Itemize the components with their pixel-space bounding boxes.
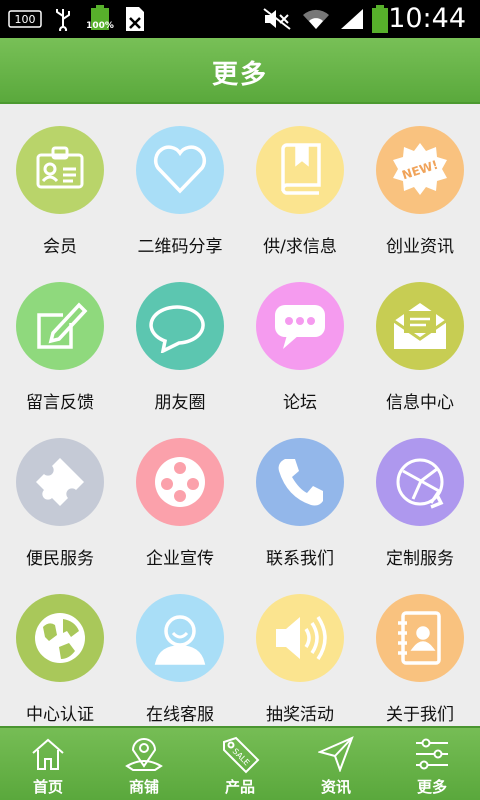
- tab-label: 更多: [416, 778, 447, 796]
- bottom-tab-bar: 首页 商铺 SALE 产品 资讯 更多: [0, 726, 480, 800]
- grid-item-about-us[interactable]: 关于我们: [360, 572, 480, 728]
- chat-dots-icon: [256, 282, 344, 370]
- grid-item-label: 中心认证: [26, 705, 94, 725]
- grid-item-supply-demand[interactable]: 供/求信息: [240, 104, 360, 260]
- grid-item-friends-circle[interactable]: 朋友圈: [120, 260, 240, 416]
- sim-card-icon: 100: [8, 7, 42, 31]
- grid-item-label: 留言反馈: [26, 393, 94, 413]
- new-badge-icon: NEW!: [376, 126, 464, 214]
- grid-item-label: 便民服务: [26, 549, 94, 569]
- grid-item-label: 会员: [43, 237, 77, 257]
- feature-grid: 会员 二维码分享 供/求信息 NEW! 创业资讯 留言反馈 朋友圈 论坛 信息中…: [0, 104, 480, 726]
- grid-item-label: 论坛: [283, 393, 317, 413]
- page-title: 更多: [211, 60, 268, 90]
- edit-icon: [16, 282, 104, 370]
- grid-item-contact-us[interactable]: 联系我们: [240, 416, 360, 572]
- grid-item-label: 创业资讯: [386, 237, 454, 257]
- battery-icon: [370, 4, 390, 34]
- contacts-book-icon: [376, 594, 464, 682]
- sliders-icon: [412, 734, 452, 774]
- globe-icon: [16, 594, 104, 682]
- signal-icon: [338, 7, 366, 31]
- tab-shops[interactable]: 商铺: [96, 728, 192, 800]
- home-icon: [28, 734, 68, 774]
- book-icon: [256, 126, 344, 214]
- grid-item-label: 企业宣传: [146, 549, 214, 569]
- grid-item-label: 定制服务: [386, 549, 454, 569]
- grid-item-forum[interactable]: 论坛: [240, 260, 360, 416]
- grid-item-lottery[interactable]: 抽奖活动: [240, 572, 360, 728]
- tab-more[interactable]: 更多: [384, 728, 480, 800]
- tab-home[interactable]: 首页: [0, 728, 96, 800]
- phone-icon: [256, 438, 344, 526]
- tab-label: 商铺: [128, 778, 159, 796]
- grid-item-startup-news[interactable]: NEW! 创业资讯: [360, 104, 480, 260]
- status-bar: 100 100% 10:44: [0, 0, 480, 38]
- grid-item-qrcode-share[interactable]: 二维码分享: [120, 104, 240, 260]
- member-card-icon: [16, 126, 104, 214]
- grid-item-label: 关于我们: [386, 705, 454, 725]
- map-icon: [124, 734, 164, 774]
- grid-item-certification[interactable]: 中心认证: [0, 572, 120, 728]
- battery-full-icon: 100%: [86, 5, 114, 33]
- grid-item-label: 供/求信息: [263, 237, 337, 257]
- tab-products[interactable]: SALE 产品: [192, 728, 288, 800]
- tab-label: 资讯: [320, 778, 351, 796]
- app-header: 更多: [0, 38, 480, 104]
- tab-label: 首页: [32, 778, 63, 796]
- mail-icon: [376, 282, 464, 370]
- heart-icon: [136, 126, 224, 214]
- grid-item-label: 联系我们: [266, 549, 334, 569]
- grid-item-label: 抽奖活动: [266, 705, 334, 725]
- wifi-icon: [300, 7, 332, 31]
- speech-bubble-icon: [136, 282, 224, 370]
- grid-item-label: 信息中心: [386, 393, 454, 413]
- grid-item-feedback[interactable]: 留言反馈: [0, 260, 120, 416]
- user-icon: [136, 594, 224, 682]
- grid-item-info-center[interactable]: 信息中心: [360, 260, 480, 416]
- tab-label: 产品: [224, 778, 255, 796]
- status-clock: 10:44: [388, 3, 466, 34]
- grid-item-member[interactable]: 会员: [0, 104, 120, 260]
- grid-item-label: 朋友圈: [154, 393, 206, 413]
- tab-news[interactable]: 资讯: [288, 728, 384, 800]
- globe-network-icon: [376, 438, 464, 526]
- send-icon: [316, 734, 356, 774]
- sale-tag-icon: SALE: [220, 734, 260, 774]
- usb-icon: [50, 7, 76, 31]
- mute-icon: [262, 7, 292, 31]
- sd-card-icon: [122, 7, 148, 31]
- speaker-icon: [256, 594, 344, 682]
- grid-item-custom-service[interactable]: 定制服务: [360, 416, 480, 572]
- grid-item-online-service[interactable]: 在线客服: [120, 572, 240, 728]
- grid-item-promotion[interactable]: 企业宣传: [120, 416, 240, 572]
- film-reel-icon: [136, 438, 224, 526]
- grid-item-label: 二维码分享: [137, 237, 223, 257]
- grid-item-label: 在线客服: [146, 705, 214, 725]
- grid-item-convenience[interactable]: 便民服务: [0, 416, 120, 572]
- puzzle-icon: [16, 438, 104, 526]
